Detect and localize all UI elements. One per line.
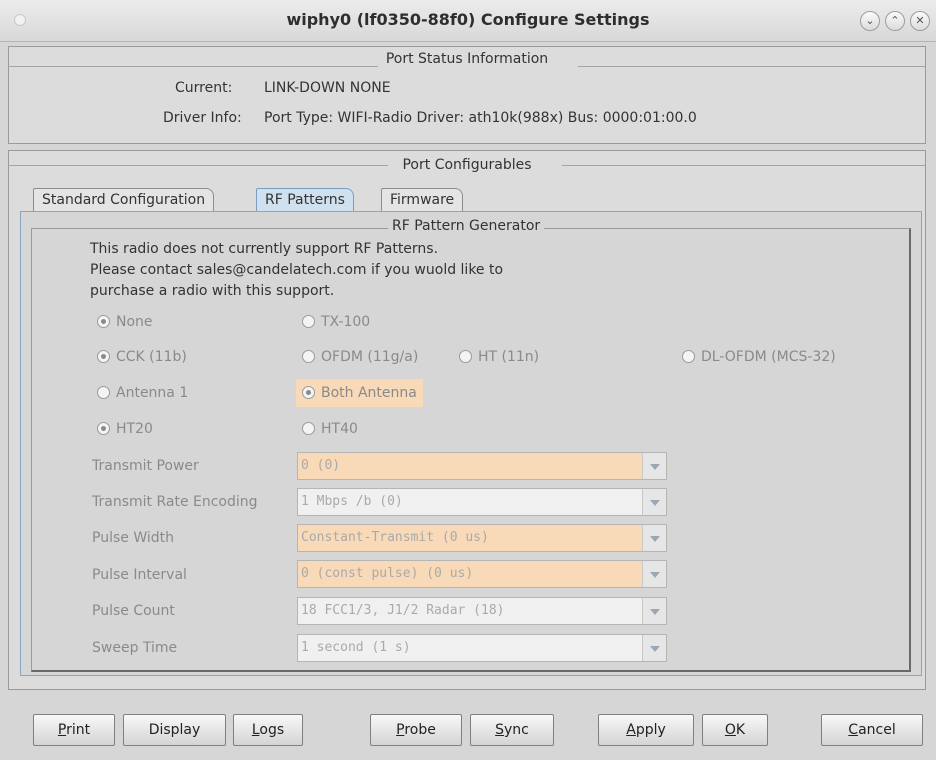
radio-unchecked-icon [97, 386, 110, 399]
pulse-width-select[interactable]: Constant-Transmit (0 us) [297, 524, 667, 552]
unsupported-message-line: This radio does not currently support RF… [90, 241, 439, 257]
divider [562, 165, 926, 166]
pulse-count-label: Pulse Count [92, 603, 175, 619]
radio-label: HT (11n) [478, 349, 540, 365]
chevron-down-icon[interactable] [642, 489, 666, 515]
radio-label: TX-100 [321, 314, 371, 330]
minimize-icon[interactable]: ⌄ [860, 11, 880, 31]
mnemonic: O [724, 722, 736, 738]
radio-label: None [116, 314, 153, 330]
radio-checked-icon [97, 422, 110, 435]
rf-pattern-generator-title: RF Pattern Generator [388, 218, 545, 234]
print-button[interactable]: Print [33, 714, 115, 746]
mnemonic: A [626, 722, 636, 738]
button-label: rint [66, 722, 91, 738]
divider [8, 66, 378, 67]
radio-dl-ofdm[interactable]: DL-OFDM (MCS-32) [682, 343, 836, 371]
radio-label: CCK (11b) [116, 349, 187, 365]
unsupported-message-line: Please contact sales@candelatech.com if … [90, 262, 504, 278]
close-icon[interactable]: ✕ [910, 11, 930, 31]
radio-unchecked-icon [302, 422, 315, 435]
mnemonic: S [495, 722, 505, 738]
radio-checked-icon [97, 315, 110, 328]
tab-rf-patterns[interactable]: RF Patterns [256, 188, 354, 212]
tab-standard-configuration[interactable]: Standard Configuration [33, 188, 215, 212]
radio-unchecked-icon [682, 350, 695, 363]
mnemonic: P [57, 722, 67, 738]
radio-both-antenna[interactable]: Both Antenna [296, 379, 423, 407]
radio-checked-icon [97, 350, 110, 363]
mnemonic: C [848, 722, 859, 738]
port-status-title: Port Status Information [385, 51, 549, 67]
chevron-down-icon[interactable] [642, 635, 666, 661]
driver-info-value: Port Type: WIFI-Radio Driver: ath10k(988… [264, 110, 697, 126]
radio-antenna-1[interactable]: Antenna 1 [97, 379, 188, 407]
combo-value: Constant-Transmit (0 us) [301, 530, 489, 545]
divider [578, 66, 926, 67]
chevron-down-icon[interactable] [642, 598, 666, 624]
window-title: wiphy0 (lf0350-88f0) Configure Settings [286, 10, 650, 29]
port-status-section: Port Status Information [8, 46, 926, 144]
pulse-width-label: Pulse Width [92, 530, 174, 546]
current-value: LINK-DOWN NONE [264, 80, 391, 96]
tab-firmware[interactable]: Firmware [381, 188, 464, 212]
unsupported-message-line: purchase a radio with this support. [90, 283, 335, 299]
pulse-count-select[interactable]: 18 FCC1/3, J1/2 Radar (18) [297, 597, 667, 625]
button-label: K [735, 722, 746, 738]
driver-info-label: Driver Info: [163, 110, 242, 126]
pulse-interval-select[interactable]: 0 (const pulse) (0 us) [297, 560, 667, 588]
combo-value: 18 FCC1/3, J1/2 Radar (18) [301, 603, 505, 618]
chevron-down-icon[interactable] [642, 561, 666, 587]
transmit-power-select[interactable]: 0 (0) [297, 452, 667, 480]
combo-value: 0 (0) [301, 458, 341, 473]
combo-value: 0 (const pulse) (0 us) [301, 566, 474, 581]
apply-button[interactable]: Apply [598, 714, 694, 746]
transmit-power-label: Transmit Power [92, 458, 199, 474]
divider [8, 165, 388, 166]
maximize-icon[interactable]: ⌃ [885, 11, 905, 31]
button-label: ync [504, 722, 529, 738]
radio-unchecked-icon [459, 350, 472, 363]
radio-tx-100[interactable]: TX-100 [302, 308, 370, 336]
sweep-time-label: Sweep Time [92, 640, 178, 656]
radio-none[interactable]: None [97, 308, 153, 336]
combo-value: 1 Mbps /b (0) [301, 494, 403, 509]
radio-label: DL-OFDM (MCS-32) [701, 349, 836, 365]
radio-label: HT20 [116, 421, 153, 437]
radio-ofdm[interactable]: OFDM (11g/a) [302, 343, 418, 371]
radio-checked-icon [302, 386, 315, 399]
title-bar: wiphy0 (lf0350-88f0) Configure Settings … [0, 0, 936, 42]
radio-cck[interactable]: CCK (11b) [97, 343, 187, 371]
radio-label: HT40 [321, 421, 358, 437]
radio-label: Both Antenna [321, 385, 417, 401]
pulse-interval-label: Pulse Interval [92, 567, 187, 583]
logs-button[interactable]: Logs [233, 714, 303, 746]
ok-button[interactable]: OK [702, 714, 768, 746]
button-label: Display [148, 722, 201, 738]
sync-button[interactable]: Sync [470, 714, 554, 746]
radio-unchecked-icon [302, 350, 315, 363]
button-label: ogs [259, 722, 285, 738]
cancel-button[interactable]: Cancel [821, 714, 923, 746]
combo-value: 1 second (1 s) [301, 640, 411, 655]
button-label: pply [635, 722, 666, 738]
radio-unchecked-icon [302, 315, 315, 328]
display-button[interactable]: Display [123, 714, 226, 746]
button-label: robe [404, 722, 436, 738]
radio-label: Antenna 1 [116, 385, 189, 401]
radio-ht[interactable]: HT (11n) [459, 343, 539, 371]
sweep-time-select[interactable]: 1 second (1 s) [297, 634, 667, 662]
current-label: Current: [175, 80, 233, 96]
transmit-rate-encoding-select[interactable]: 1 Mbps /b (0) [297, 488, 667, 516]
radio-ht40[interactable]: HT40 [302, 415, 358, 443]
chevron-down-icon[interactable] [642, 525, 666, 551]
radio-ht20[interactable]: HT20 [97, 415, 153, 443]
radio-label: OFDM (11g/a) [321, 349, 419, 365]
probe-button[interactable]: Probe [370, 714, 462, 746]
transmit-rate-encoding-label: Transmit Rate Encoding [92, 494, 258, 510]
button-label: ancel [858, 722, 896, 738]
chevron-down-icon[interactable] [642, 453, 666, 479]
